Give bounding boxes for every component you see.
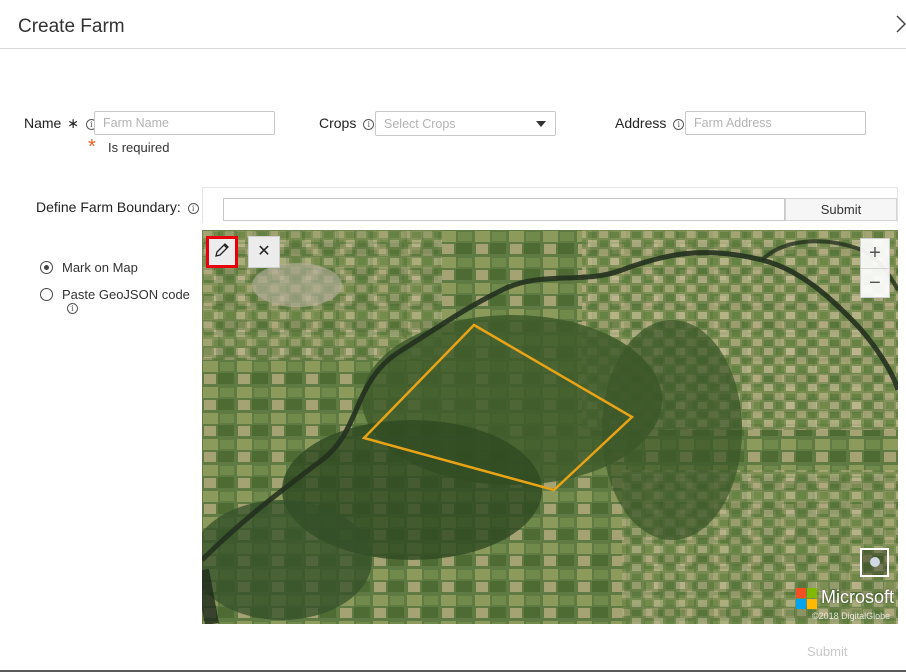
pencil-icon (215, 243, 229, 257)
compass-icon (870, 557, 880, 567)
map-style-toggle[interactable] (860, 548, 889, 577)
required-error-star: * (88, 136, 96, 158)
close-icon: ✕ (257, 243, 271, 260)
boundary-label-group: Define Farm Boundary: i (36, 199, 199, 215)
microsoft-logo-icon (796, 588, 817, 609)
zoom-out-button[interactable]: − (861, 268, 889, 297)
crops-select-value: Select Crops (384, 117, 456, 131)
name-label: Name (24, 115, 62, 131)
close-icon[interactable] (896, 14, 906, 38)
address-label: Address (615, 115, 667, 131)
satellite-map[interactable]: ✕ + − Microsoft ©2018 DigitalGlobe (202, 230, 898, 624)
satellite-imagery (202, 230, 898, 624)
map-brand-text: Microsoft (821, 587, 895, 607)
info-icon[interactable]: i (67, 303, 78, 314)
crops-label-group: Crops i (319, 115, 375, 131)
radio-paste-geojson[interactable]: Paste GeoJSON code (40, 287, 190, 302)
radio-unselected-icon[interactable] (40, 288, 53, 301)
info-icon[interactable]: i (187, 203, 199, 214)
dialog-header: Create Farm (0, 0, 906, 49)
farm-address-input[interactable] (685, 111, 866, 135)
required-mark: ∗ (67, 115, 79, 131)
clear-drawing-button[interactable]: ✕ (248, 236, 280, 268)
boundary-label: Define Farm Boundary: (36, 199, 181, 215)
footer-submit-button[interactable]: Submit (807, 644, 847, 659)
farm-name-input[interactable] (94, 111, 275, 135)
dialog-title: Create Farm (18, 16, 125, 37)
required-error-text: Is required (108, 140, 170, 155)
radio-mark-on-map[interactable]: Mark on Map (40, 260, 138, 275)
map-copyright: ©2018 DigitalGlobe (812, 611, 891, 621)
name-label-group: Name ∗ i (24, 115, 97, 132)
crops-label: Crops (319, 115, 357, 131)
zoom-control: + − (860, 238, 890, 298)
zoom-in-button[interactable]: + (861, 239, 889, 268)
radio-paste-geojson-label: Paste GeoJSON code (62, 287, 190, 302)
crops-select[interactable]: Select Crops (375, 111, 556, 136)
draw-polygon-button[interactable] (206, 236, 238, 268)
boundary-submit-button[interactable]: Submit (785, 198, 897, 221)
radio-mark-on-map-label: Mark on Map (62, 260, 138, 275)
caret-down-icon (536, 121, 546, 127)
info-icon[interactable]: i (363, 119, 375, 130)
radio-selected-icon[interactable] (40, 261, 53, 274)
boundary-geojson-input[interactable] (223, 198, 785, 221)
info-icon[interactable]: i (673, 119, 685, 130)
address-label-group: Address i (615, 115, 685, 131)
